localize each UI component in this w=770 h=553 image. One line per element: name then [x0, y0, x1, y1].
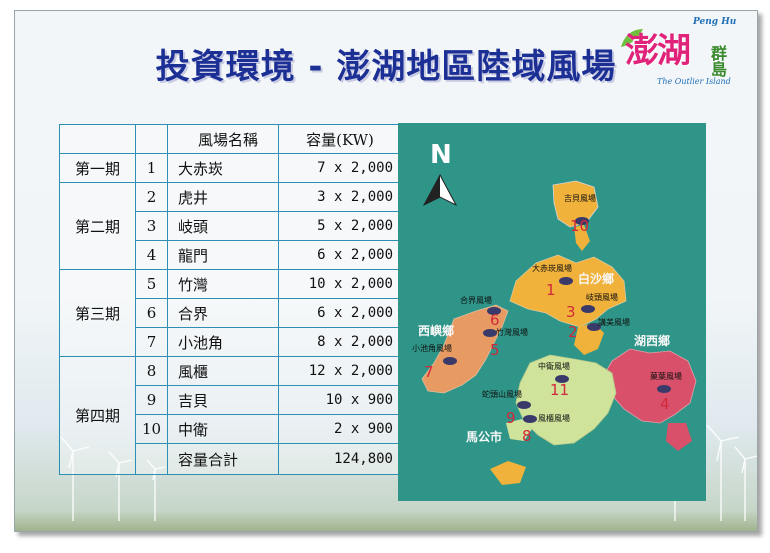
table-row: 第二期 2 虎井 3 x 2,000	[59, 182, 402, 270]
header-blank-cell	[59, 124, 136, 154]
phase-label: 第三期	[59, 269, 136, 357]
farm-name: 竹灣	[167, 269, 279, 299]
row-number: 2	[135, 182, 168, 212]
site-label-dachikan: 大赤崁風場	[532, 263, 572, 273]
site-label-hejie: 合界風場	[460, 295, 492, 305]
farm-capacity: 10 x 2,000	[278, 269, 402, 299]
table-row: 第三期 5 竹灣 10 x 2,000	[59, 269, 402, 357]
site-number: 2	[568, 323, 578, 341]
farm-name: 虎井	[167, 182, 279, 212]
site-number: 9	[506, 409, 516, 427]
site-label-guoye: 菓葉風場	[650, 371, 682, 381]
farm-capacity: 5 x 2,000	[278, 211, 402, 241]
farm-capacity: 8 x 2,000	[278, 327, 402, 357]
site-marker	[483, 329, 497, 337]
site-number: 5	[490, 341, 500, 359]
site-number: 11	[550, 381, 569, 399]
total-blank-cell	[135, 443, 168, 475]
farm-capacity: 6 x 2,000	[278, 298, 402, 328]
region-label-huxi: 湖西鄉	[634, 333, 670, 348]
site-marker	[523, 415, 537, 423]
logo-english-bottom: The Outlier Island	[657, 77, 731, 86]
site-label-jibei: 吉貝風場	[564, 193, 596, 203]
table-header-row: 風場名稱 容量(KW)	[59, 124, 402, 154]
farm-name: 大赤崁	[167, 153, 279, 183]
site-marker	[581, 305, 595, 313]
farm-capacity: 7 x 2,000	[278, 153, 402, 183]
row-number: 1	[135, 153, 168, 183]
header-blank-cell	[135, 124, 168, 154]
row-number: 9	[135, 385, 168, 415]
phase-label: 第四期	[59, 356, 136, 475]
site-label-qitou: 岐頭風場	[586, 292, 618, 302]
site-number: 4	[660, 395, 670, 413]
farm-name: 中衛	[167, 414, 279, 444]
farm-capacity: 12 x 2,000	[278, 356, 402, 386]
penghu-logo: 澎湖 群島 Peng Hu The Outlier Island	[613, 15, 743, 93]
logo-main-text: 澎湖	[625, 31, 691, 71]
slide: 投資環境 - 澎湖地區陸域風場 澎湖 群島 Peng Hu The Outlie…	[14, 10, 758, 532]
row-number: 10	[135, 414, 168, 444]
farm-capacity: 6 x 2,000	[278, 240, 402, 270]
total-label: 容量合計	[167, 443, 279, 475]
row-number: 4	[135, 240, 168, 270]
site-number: 6	[490, 311, 500, 329]
site-marker	[657, 385, 671, 393]
site-label-zhongwei: 中衛風場	[538, 361, 570, 371]
region-label-xiyu: 西嶼鄉	[418, 323, 454, 338]
site-label-shetoushan: 蛇頭山風場	[482, 389, 522, 399]
farm-name: 小池角	[167, 327, 279, 357]
row-number: 6	[135, 298, 168, 328]
site-label-xiaochijiao: 小池角風場	[412, 343, 452, 353]
penghu-map: N 白沙鄉 西嶼鄉 湖西鄉 馬公市 吉貝風場 大赤崁風場 岐頭風場 講美風場 合…	[398, 123, 706, 501]
logo-english-top: Peng Hu	[693, 17, 737, 27]
farm-name: 風櫃	[167, 356, 279, 386]
row-number: 7	[135, 327, 168, 357]
header-name: 風場名稱	[167, 124, 279, 154]
farm-name: 合界	[167, 298, 279, 328]
phase-label: 第二期	[59, 182, 136, 270]
site-number: 10	[570, 217, 589, 235]
row-number: 3	[135, 211, 168, 241]
site-label-zhuwan: 竹灣風場	[496, 327, 528, 337]
table-row: 第一期 1 大赤崁 7 x 2,000	[59, 153, 402, 183]
table-row: 第四期 8 風櫃 12 x 2,000	[59, 356, 402, 475]
site-marker	[517, 401, 531, 409]
farm-name: 吉貝	[167, 385, 279, 415]
region-label-magong: 馬公市	[466, 429, 502, 444]
north-label: N	[430, 140, 452, 170]
site-marker	[559, 277, 573, 285]
site-marker	[443, 357, 457, 365]
site-number: 3	[566, 303, 576, 321]
site-number: 7	[424, 363, 434, 381]
farm-name: 龍門	[167, 240, 279, 270]
row-number: 5	[135, 269, 168, 299]
site-label-fenggui: 風櫃風場	[538, 413, 570, 423]
row-number: 8	[135, 356, 168, 386]
total-value: 124,800	[278, 443, 402, 475]
site-label-jiangmei: 講美風場	[598, 317, 630, 327]
region-label-baisha: 白沙鄉	[578, 271, 614, 286]
farm-capacity: 2 x 900	[278, 414, 402, 444]
farm-name: 岐頭	[167, 211, 279, 241]
header-capacity: 容量(KW)	[278, 124, 402, 154]
farm-capacity: 10 x 900	[278, 385, 402, 415]
phase-label: 第一期	[59, 153, 136, 183]
farm-capacity: 3 x 2,000	[278, 182, 402, 212]
logo-small-text: 群島	[708, 45, 727, 77]
wind-farm-table: 風場名稱 容量(KW) 第一期 1 大赤崁 7 x 2,000 第二期 2 虎井…	[59, 124, 402, 475]
site-number: 1	[546, 281, 556, 299]
site-number: 8	[522, 427, 532, 445]
